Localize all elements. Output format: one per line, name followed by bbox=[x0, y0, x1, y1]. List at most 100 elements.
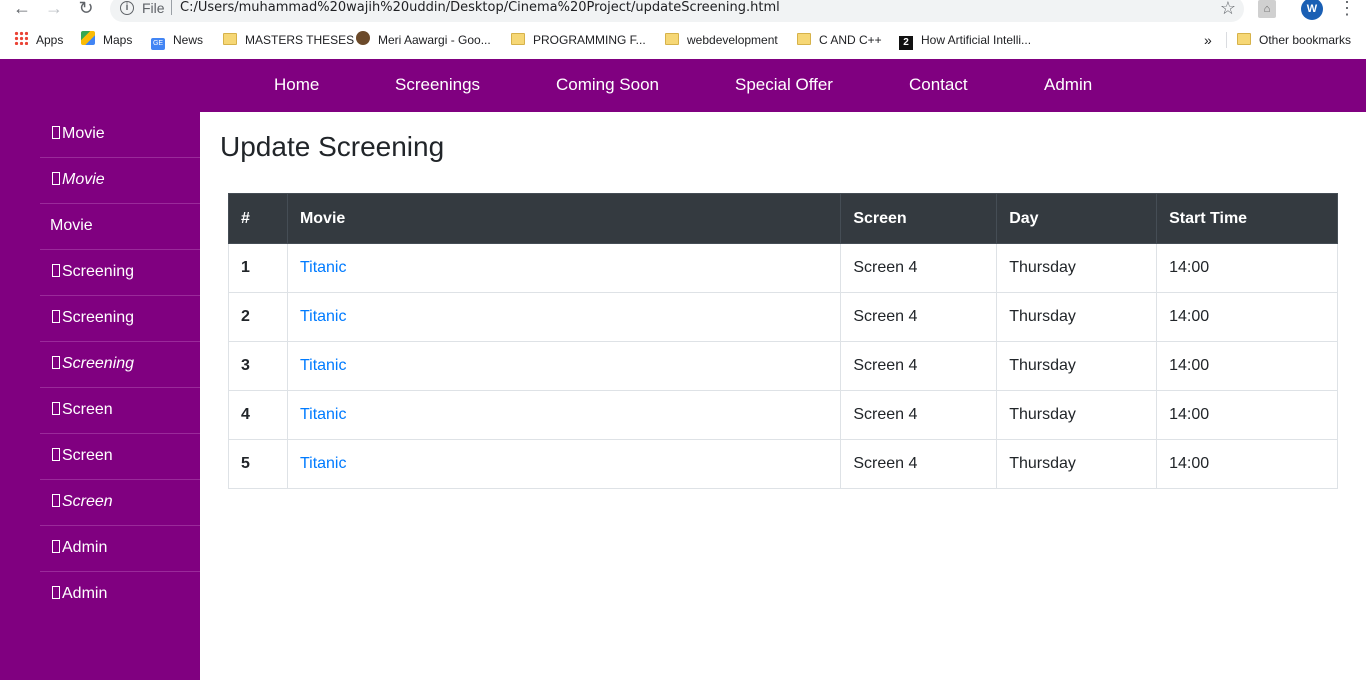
bookmarks-bar: Apps Maps GE News MASTERS THESES Meri Aaw… bbox=[0, 28, 1366, 52]
day-cell: Thursday bbox=[996, 439, 1158, 489]
meri-aawargi-icon bbox=[356, 31, 370, 45]
quora-icon: 2 bbox=[899, 36, 913, 50]
screen-cell: Screen 4 bbox=[840, 390, 998, 440]
sidebar-item-movie[interactable]: Movie bbox=[40, 204, 200, 250]
table-row: 4 Titanic Screen 4 Thursday 14:00 bbox=[228, 390, 1338, 440]
day-cell: Thursday bbox=[996, 243, 1158, 293]
movie-cell: Titanic bbox=[286, 439, 842, 489]
row-number: 4 bbox=[228, 390, 288, 440]
bookmark-programming[interactable]: PROGRAMMING F... bbox=[511, 30, 646, 50]
bookmark-label: Maps bbox=[103, 33, 133, 47]
divider bbox=[171, 0, 172, 15]
bookmark-label: MASTERS THESES bbox=[245, 33, 355, 47]
row-number: 5 bbox=[228, 439, 288, 489]
file-label: File bbox=[142, 0, 165, 16]
row-number: 2 bbox=[228, 292, 288, 342]
bookmark-star-icon[interactable]: ☆ bbox=[1220, 0, 1236, 19]
sidebar-item-admin[interactable]: Admin bbox=[40, 526, 200, 572]
top-navbar: Home Screenings Coming Soon Special Offe… bbox=[0, 59, 1366, 112]
extension-icon[interactable]: ⌂ bbox=[1258, 0, 1276, 18]
movie-link[interactable]: Titanic bbox=[300, 406, 347, 423]
nav-special-offer[interactable]: Special Offer bbox=[735, 59, 833, 112]
sidebar-item-screen[interactable]: Screen bbox=[40, 388, 200, 434]
start-time-cell: 14:00 bbox=[1156, 390, 1338, 440]
nav-home[interactable]: Home bbox=[274, 59, 319, 112]
sidebar-item-screen[interactable]: Screen bbox=[40, 480, 200, 526]
day-cell: Thursday bbox=[996, 292, 1158, 342]
bookmark-webdevelopment[interactable]: webdevelopment bbox=[665, 30, 778, 50]
folder-icon bbox=[511, 33, 525, 45]
folder-icon bbox=[1237, 33, 1251, 45]
day-cell: Thursday bbox=[996, 341, 1158, 391]
table-header-row: # Movie Screen Day Start Time bbox=[228, 193, 1338, 244]
day-cell: Thursday bbox=[996, 390, 1158, 440]
browser-menu-icon[interactable]: ⋮ bbox=[1338, 0, 1356, 19]
sidebar-item-label: Screen bbox=[62, 493, 113, 510]
movie-cell: Titanic bbox=[286, 341, 842, 391]
info-icon[interactable]: i bbox=[120, 1, 134, 15]
folder-icon bbox=[665, 33, 679, 45]
maps-icon bbox=[81, 31, 95, 45]
profile-avatar[interactable]: W bbox=[1301, 0, 1323, 20]
bookmark-other[interactable]: Other bookmarks bbox=[1237, 30, 1351, 50]
column-header-movie: Movie bbox=[286, 193, 842, 244]
news-icon: GE bbox=[151, 38, 165, 50]
sidebar-item-screen[interactable]: Screen bbox=[40, 434, 200, 480]
bookmark-label: Other bookmarks bbox=[1259, 33, 1352, 47]
back-arrow-icon[interactable]: ← bbox=[12, 0, 32, 18]
sidebar-item-label: Screening bbox=[62, 263, 135, 280]
sidebar-item-movie[interactable]: Movie bbox=[40, 112, 200, 158]
forward-arrow-icon[interactable]: → bbox=[44, 0, 64, 18]
bookmark-artificial-intelligence[interactable]: 2 How Artificial Intelli... bbox=[899, 30, 1031, 50]
movie-cell: Titanic bbox=[286, 243, 842, 293]
nav-screenings[interactable]: Screenings bbox=[395, 59, 480, 112]
movie-link[interactable]: Titanic bbox=[300, 357, 347, 374]
nav-contact[interactable]: Contact bbox=[909, 59, 968, 112]
sidebar-item-movie[interactable]: Movie bbox=[40, 158, 200, 204]
address-bar[interactable]: i File C:/Users/muhammad%20wajih%20uddin… bbox=[110, 0, 1244, 22]
movie-link[interactable]: Titanic bbox=[300, 455, 347, 472]
folder-icon bbox=[797, 33, 811, 45]
page-title: Update Screening bbox=[220, 131, 445, 162]
bookmark-meri-aawargi[interactable]: Meri Aawargi - Goo... bbox=[356, 30, 491, 50]
missing-glyph-icon bbox=[52, 310, 60, 323]
sidebar-item-label: Admin bbox=[62, 585, 108, 602]
nav-admin[interactable]: Admin bbox=[1044, 59, 1092, 112]
screen-cell: Screen 4 bbox=[840, 292, 998, 342]
url-text[interactable]: C:/Users/muhammad%20wajih%20uddin/Deskto… bbox=[180, 0, 780, 15]
bookmark-masters-theses[interactable]: MASTERS THESES bbox=[223, 30, 354, 50]
sidebar: Movie Movie Movie Screening Screening Sc… bbox=[0, 112, 200, 680]
sidebar-item-label: Screen bbox=[62, 401, 113, 418]
missing-glyph-icon bbox=[52, 126, 60, 139]
movie-link[interactable]: Titanic bbox=[300, 308, 347, 325]
sidebar-item-screening[interactable]: Screening bbox=[40, 296, 200, 342]
table-row: 1 Titanic Screen 4 Thursday 14:00 bbox=[228, 243, 1338, 293]
sidebar-item-label: Movie bbox=[50, 217, 93, 234]
bookmark-maps[interactable]: Maps bbox=[81, 30, 132, 50]
sidebar-item-screening[interactable]: Screening bbox=[40, 250, 200, 296]
start-time-cell: 14:00 bbox=[1156, 243, 1338, 293]
bookmark-c-and-cpp[interactable]: C AND C++ bbox=[797, 30, 882, 50]
bookmark-label: Meri Aawargi - Goo... bbox=[378, 33, 491, 47]
row-number: 3 bbox=[228, 341, 288, 391]
sidebar-item-admin[interactable]: Admin bbox=[40, 572, 200, 618]
bookmarks-overflow-button[interactable]: » bbox=[1204, 30, 1212, 50]
bookmark-news[interactable]: GE News bbox=[151, 30, 203, 50]
nav-coming-soon[interactable]: Coming Soon bbox=[556, 59, 659, 112]
row-number: 1 bbox=[228, 243, 288, 293]
start-time-cell: 14:00 bbox=[1156, 341, 1338, 391]
column-header-number: # bbox=[228, 193, 288, 244]
screen-cell: Screen 4 bbox=[840, 243, 998, 293]
sidebar-item-label: Movie bbox=[62, 125, 105, 142]
bookmark-apps[interactable]: Apps bbox=[14, 30, 63, 50]
missing-glyph-icon bbox=[52, 448, 60, 461]
movie-link[interactable]: Titanic bbox=[300, 259, 347, 276]
bookmark-label: webdevelopment bbox=[687, 33, 778, 47]
reload-icon[interactable]: ↻ bbox=[76, 0, 96, 18]
missing-glyph-icon bbox=[52, 172, 60, 185]
sidebar-item-screening[interactable]: Screening bbox=[40, 342, 200, 388]
screenings-table: # Movie Screen Day Start Time 1 Titanic … bbox=[228, 193, 1338, 489]
browser-toolbar: ← → ↻ i File C:/Users/muhammad%20wajih%2… bbox=[0, 0, 1366, 22]
start-time-cell: 14:00 bbox=[1156, 439, 1338, 489]
bookmark-label: PROGRAMMING F... bbox=[533, 33, 646, 47]
